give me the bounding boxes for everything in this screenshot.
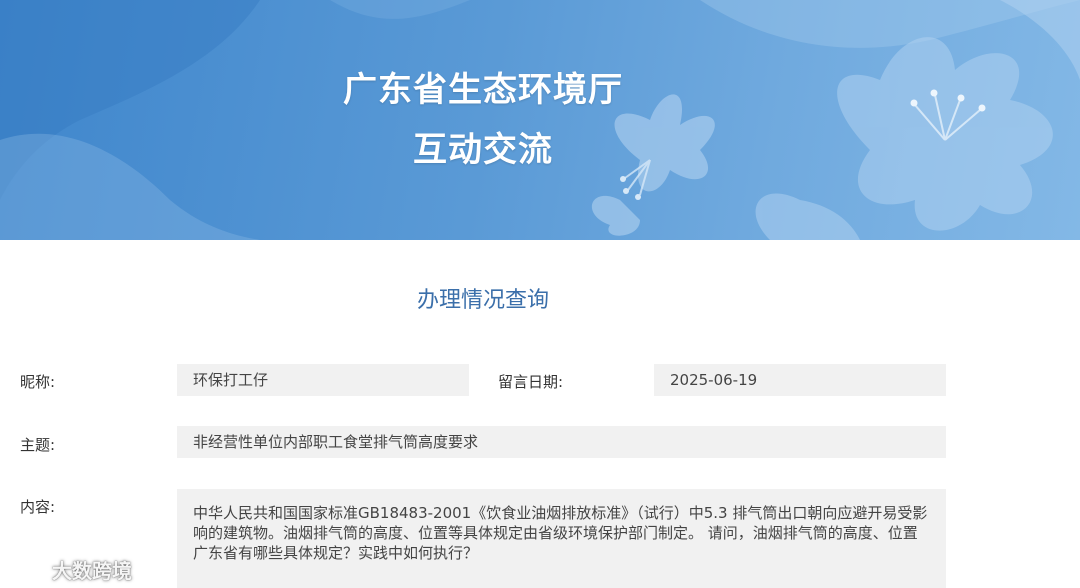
watermark-text: 大数跨境 — [52, 558, 132, 583]
page: 广东省生态环境厅 互动交流 办理情况查询 昵称: 环保打工仔 留言日期: 202… — [0, 0, 1080, 588]
content-field: 中华人民共和国国家标准GB18483-2001《饮食业油烟排放标准》（试行）中5… — [177, 489, 946, 588]
nickname-field: 环保打工仔 — [177, 364, 469, 396]
date-field: 2025-06-19 — [654, 364, 946, 396]
banner-title-section: 互动交流 — [413, 130, 553, 170]
brand-logo-icon — [8, 559, 46, 580]
subject-field: 非经营性单位内部职工食堂排气筒高度要求 — [177, 426, 946, 458]
page-title: 办理情况查询 — [416, 288, 549, 313]
content-label: 内容: — [20, 498, 56, 516]
header-banner: 广东省生态环境厅 互动交流 — [0, 0, 1080, 240]
watermark: 大数跨境 — [6, 555, 132, 583]
flower-decoration-icon — [0, 0, 1080, 240]
subject-label: 主题: — [20, 436, 56, 454]
nickname-label: 昵称: — [20, 373, 56, 391]
date-label: 留言日期: — [498, 373, 564, 391]
banner-title-org: 广东省生态环境厅 — [343, 70, 623, 110]
